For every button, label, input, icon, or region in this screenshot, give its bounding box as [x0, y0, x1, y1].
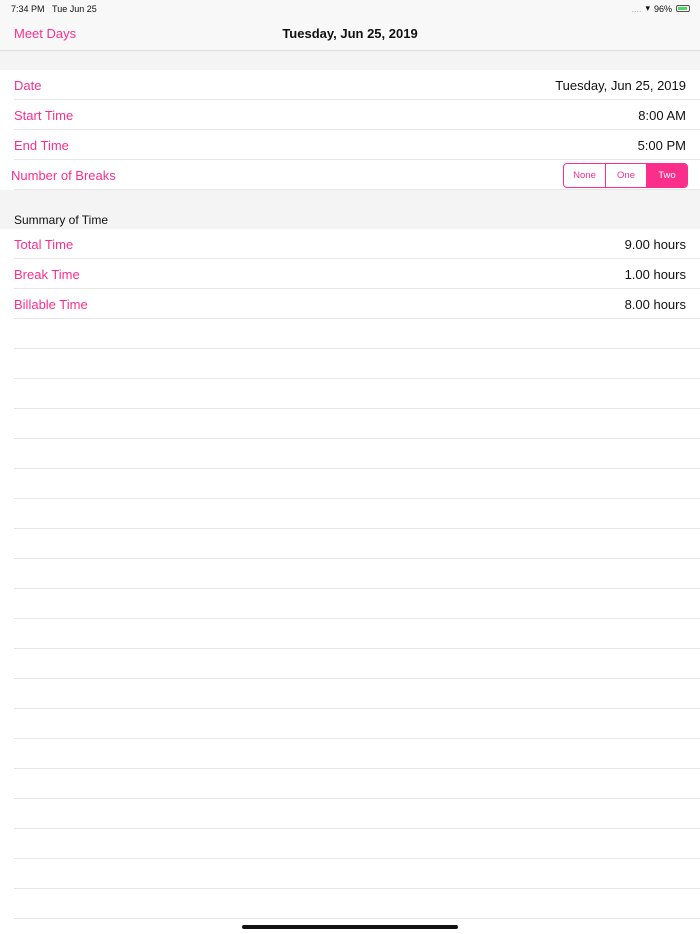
empty-row	[0, 709, 700, 739]
start-time-row[interactable]: Start Time 8:00 AM	[0, 100, 700, 130]
segment-none[interactable]: None	[564, 164, 605, 187]
breaks-segmented-control: None One Two	[563, 163, 688, 188]
row-value: 5:00 PM	[637, 138, 686, 153]
breaks-row: Number of Breaks None One Two	[0, 160, 700, 190]
empty-row	[0, 439, 700, 469]
row-label: Start Time	[14, 108, 74, 123]
row-label: Number of Breaks	[11, 168, 116, 183]
battery-icon	[676, 5, 690, 12]
empty-row	[0, 559, 700, 589]
empty-row	[0, 349, 700, 379]
total-time-row: Total Time 9.00 hours	[0, 229, 700, 259]
page-title: Tuesday, Jun 25, 2019	[282, 26, 418, 41]
empty-row	[0, 739, 700, 769]
battery-percent: 96%	[653, 3, 672, 14]
home-indicator[interactable]	[242, 925, 458, 929]
empty-row	[0, 379, 700, 409]
signal-icon: ....	[631, 3, 642, 14]
empty-row	[0, 649, 700, 679]
empty-row	[0, 529, 700, 559]
segment-two[interactable]: Two	[646, 164, 687, 187]
row-value: 1.00 hours	[624, 267, 686, 282]
empty-row	[0, 589, 700, 619]
row-label: Billable Time	[14, 297, 88, 312]
empty-row	[0, 499, 700, 529]
empty-row	[0, 769, 700, 799]
status-right: .... ▾ 96%	[631, 3, 690, 14]
section-title: Summary of Time	[14, 213, 109, 227]
row-value: 9.00 hours	[624, 237, 686, 252]
status-time-date: 7:34 PM Tue Jun 25	[11, 4, 97, 14]
empty-row	[0, 319, 700, 349]
section-gap	[0, 51, 700, 70]
row-label: End Time	[14, 138, 69, 153]
empty-rows	[0, 319, 700, 919]
status-time: 7:34 PM	[11, 4, 45, 14]
status-date: Tue Jun 25	[52, 4, 97, 14]
empty-row	[0, 619, 700, 649]
row-value: 8.00 hours	[624, 297, 686, 312]
row-value: Tuesday, Jun 25, 2019	[555, 78, 686, 93]
wifi-icon: ▾	[645, 3, 650, 13]
empty-row	[0, 679, 700, 709]
empty-row	[0, 409, 700, 439]
empty-row	[0, 889, 700, 919]
empty-row	[0, 799, 700, 829]
empty-row	[0, 469, 700, 499]
row-label: Date	[14, 78, 42, 93]
row-label: Break Time	[14, 267, 80, 282]
empty-row	[0, 829, 700, 859]
navigation-bar: Meet Days Tuesday, Jun 25, 2019	[0, 18, 700, 51]
row-label: Total Time	[14, 237, 74, 252]
date-row[interactable]: Date Tuesday, Jun 25, 2019	[0, 70, 700, 100]
row-value: 8:00 AM	[638, 108, 686, 123]
segment-one[interactable]: One	[605, 164, 646, 187]
summary-header: Summary of Time	[0, 190, 700, 229]
break-time-row: Break Time 1.00 hours	[0, 259, 700, 289]
empty-row	[0, 859, 700, 889]
billable-time-row: Billable Time 8.00 hours	[0, 289, 700, 319]
end-time-row[interactable]: End Time 5:00 PM	[0, 130, 700, 160]
status-bar: 7:34 PM Tue Jun 25 .... ▾ 96%	[0, 0, 700, 18]
